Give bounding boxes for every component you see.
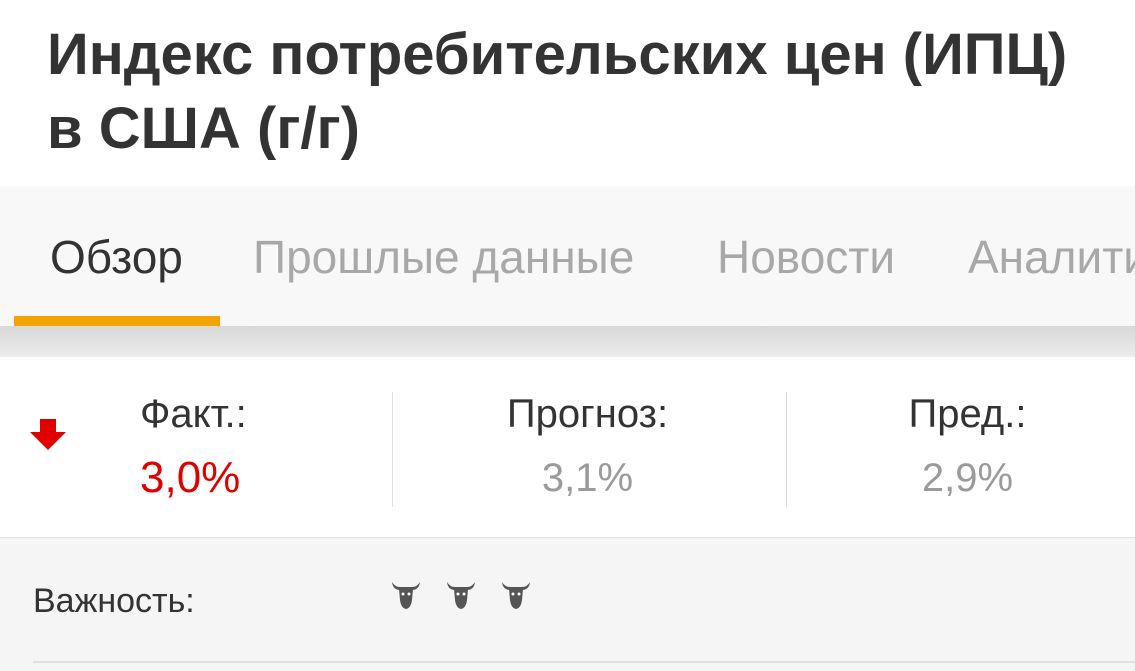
tab-historical-data[interactable]: Прошлые данные: [253, 230, 634, 284]
bull-icon: [447, 582, 475, 609]
previous-value: 2,9%: [921, 456, 1014, 500]
divider: [392, 392, 393, 507]
section-shadow: [0, 327, 1135, 357]
page-title-line2: в США (г/г): [47, 96, 360, 161]
divider: [33, 661, 1135, 663]
bull-icon: [392, 582, 420, 609]
tab-bar: Обзор Прошлые данные Новости Аналитика: [0, 186, 1135, 327]
forecast-label: Прогноз:: [506, 392, 669, 436]
previous-label: Пред.:: [908, 392, 1027, 436]
bull-icon: [502, 582, 530, 609]
actual-label: Факт.:: [140, 392, 247, 436]
divider: [786, 392, 787, 507]
forecast-value: 3,1%: [541, 456, 634, 500]
indicator-values: Факт.: 3,0% Прогноз: 3,1% Пред.: 2,9%: [0, 357, 1135, 538]
importance-row: Важность:: [0, 538, 1135, 671]
actual-block: Факт.: 3,0%: [140, 389, 247, 503]
page-title-line1: Индекс потребительских цен (ИПЦ): [47, 22, 1068, 87]
tab-news[interactable]: Новости: [717, 230, 895, 284]
actual-value: 3,0%: [140, 453, 241, 502]
importance-label: Важность:: [33, 582, 195, 620]
page-title: Индекс потребительских цен (ИПЦ) в США (…: [47, 18, 1127, 166]
active-tab-indicator: [14, 316, 220, 326]
tab-overview[interactable]: Обзор: [50, 230, 183, 284]
arrow-down-icon: [30, 419, 66, 450]
tab-analysis[interactable]: Аналитика: [968, 230, 1135, 284]
forecast-block: Прогноз: 3,1%: [440, 389, 735, 503]
previous-block: Пред.: 2,9%: [820, 389, 1115, 503]
